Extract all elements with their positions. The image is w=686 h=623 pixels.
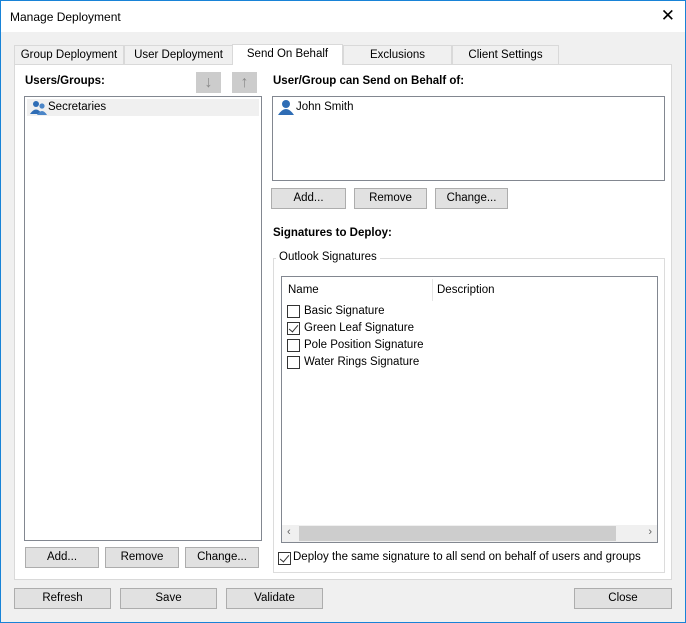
tab-client-settings[interactable]: Client Settings <box>452 45 559 65</box>
scroll-right-icon[interactable]: › <box>648 526 652 538</box>
signature-name: Pole Position Signature <box>304 339 424 351</box>
user-name: John Smith <box>296 101 354 113</box>
send-on-behalf-list[interactable]: John Smith <box>272 96 665 181</box>
save-button[interactable]: Save <box>120 588 217 609</box>
horizontal-scrollbar[interactable]: ‹ › <box>282 525 657 542</box>
signatures-listview[interactable]: Name Description Basic Signature Green Le… <box>281 276 658 543</box>
signature-name: Green Leaf Signature <box>304 322 414 334</box>
remove-behalf-button[interactable]: Remove <box>354 188 427 209</box>
close-icon[interactable]: ✕ <box>661 6 675 26</box>
title-bar: Manage Deployment ✕ <box>1 1 685 32</box>
close-button[interactable]: Close <box>574 588 672 609</box>
users-groups-list[interactable]: Secretaries <box>24 96 262 541</box>
signature-row[interactable]: Basic Signature <box>287 303 487 320</box>
validate-button[interactable]: Validate <box>226 588 323 609</box>
outlook-signatures-label: Outlook Signatures <box>276 251 380 263</box>
tab-user-deployment[interactable]: User Deployment <box>124 45 233 65</box>
signature-row[interactable]: Pole Position Signature <box>287 337 487 354</box>
signature-row[interactable]: Green Leaf Signature <box>287 320 487 337</box>
window-title: Manage Deployment <box>10 10 121 24</box>
change-user-group-button[interactable]: Change... <box>185 547 259 568</box>
list-item[interactable]: Secretaries <box>27 99 259 116</box>
signature-checkbox[interactable] <box>287 305 300 318</box>
signature-checkbox[interactable] <box>287 339 300 352</box>
signature-row[interactable]: Water Rings Signature <box>287 354 487 371</box>
signature-name: Basic Signature <box>304 305 385 317</box>
tab-group-deployment[interactable]: Group Deployment <box>14 45 124 65</box>
scrollbar-thumb[interactable] <box>299 526 616 541</box>
arrow-up-icon[interactable]: ↑ <box>232 72 257 93</box>
add-user-group-button[interactable]: Add... <box>25 547 99 568</box>
column-header-description[interactable]: Description <box>437 284 495 296</box>
tab-send-on-behalf[interactable]: Send On Behalf <box>232 44 343 65</box>
scroll-left-icon[interactable]: ‹ <box>287 526 291 538</box>
add-behalf-button[interactable]: Add... <box>271 188 346 209</box>
same-signature-checkbox[interactable] <box>278 552 291 565</box>
signatures-heading: Signatures to Deploy: <box>273 227 392 239</box>
send-on-behalf-heading: User/Group can Send on Behalf of: <box>273 75 465 87</box>
group-icon <box>30 101 47 115</box>
group-name: Secretaries <box>48 101 107 113</box>
list-item[interactable]: John Smith <box>275 99 475 116</box>
signature-checkbox[interactable] <box>287 322 300 335</box>
change-behalf-button[interactable]: Change... <box>435 188 508 209</box>
signature-checkbox[interactable] <box>287 356 300 369</box>
column-header-name[interactable]: Name <box>288 284 319 296</box>
remove-user-group-button[interactable]: Remove <box>105 547 179 568</box>
users-groups-heading: Users/Groups: <box>25 75 105 87</box>
refresh-button[interactable]: Refresh <box>14 588 111 609</box>
same-signature-label: Deploy the same signature to all send on… <box>293 551 641 563</box>
tab-exclusions[interactable]: Exclusions <box>343 45 452 65</box>
signature-name: Water Rings Signature <box>304 356 420 368</box>
arrow-down-icon[interactable]: ↓ <box>196 72 221 93</box>
column-divider <box>432 279 433 301</box>
user-icon <box>278 100 294 115</box>
